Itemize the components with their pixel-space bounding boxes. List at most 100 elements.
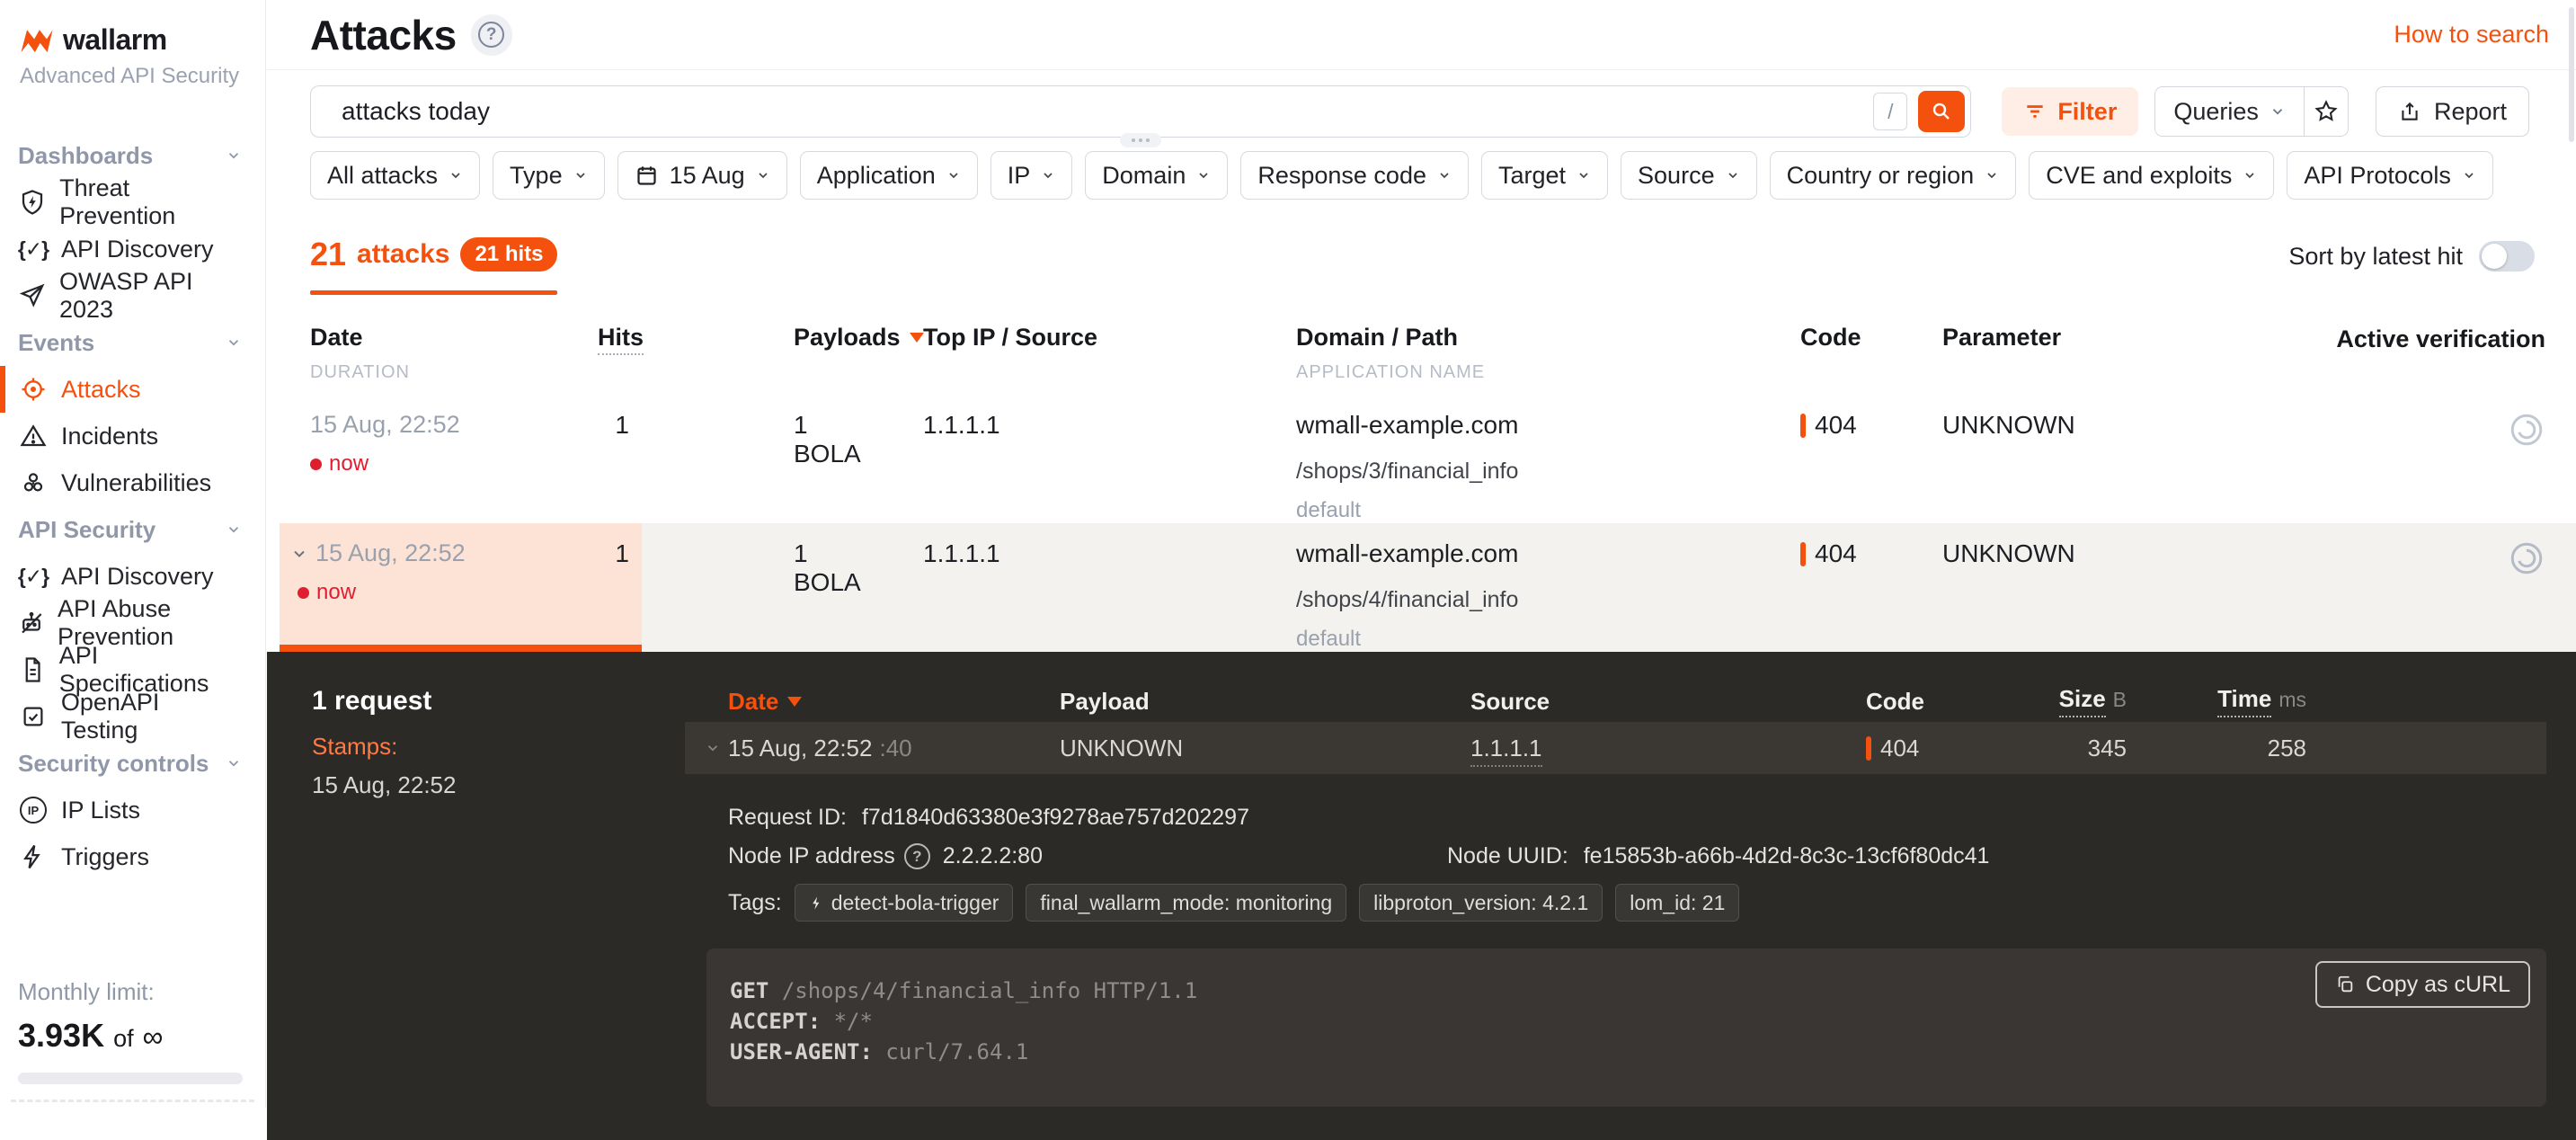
col-top-ip[interactable]: Top IP / Source [923,324,1097,351]
page-title: Attacks [310,11,457,59]
filter-chip-api-protocols[interactable]: API Protocols [2287,151,2493,200]
queries-button[interactable]: Queries [2155,87,2304,136]
attack-row-1[interactable]: 15 Aug, 22:52 now 1 1 BOLA 1.1.1.1 wmall… [267,399,2576,523]
wallarm-logo-icon [20,27,54,54]
status-bar-icon [1800,542,1806,566]
how-to-search-link[interactable]: How to search [2394,21,2549,49]
help-icon[interactable]: ? [471,14,512,56]
braces-check-icon: {✓} [18,565,49,589]
sidebar-item-threat-prevention[interactable]: Threat Prevention [0,179,265,226]
chevron-down-icon [1577,168,1591,183]
search-input[interactable] [311,97,1873,126]
col-date-sorted[interactable]: Date [728,688,778,716]
sidebar-item-vulnerabilities[interactable]: Vulnerabilities [0,459,265,506]
calendar-icon [635,164,659,188]
attacks-table-header: Date DURATION Hits Payloads Top IP / Sou… [267,309,2576,399]
filter-chip-date[interactable]: 15 Aug [617,151,787,200]
filter-chip-cve[interactable]: CVE and exploits [2029,151,2274,200]
tag-final-wallarm-mode[interactable]: final_wallarm_mode: monitoring [1026,884,1346,922]
chevron-down-icon [2270,103,2286,120]
attack-detail-panel: 1 request Stamps: 15 Aug, 22:52 Date Pay… [267,652,2576,1140]
lightning-icon [809,895,824,911]
copy-icon [2335,975,2355,994]
live-dot-icon [298,587,309,599]
sidebar-item-attacks[interactable]: Attacks [0,366,265,413]
filter-chip-all-attacks[interactable]: All attacks [310,151,480,200]
sort-toggle-switch[interactable] [2479,241,2535,272]
search-button[interactable] [1918,91,1965,132]
source-ip-link[interactable]: 1.1.1.1 [1470,735,1542,767]
attack-row-2-expanded[interactable]: 15 Aug, 22:52 now 1 1 BOLA 1.1.1.1 wmall… [267,523,2576,652]
search-resize-handle[interactable] [1120,133,1161,147]
chevron-down-icon[interactable] [290,545,308,563]
requests-table-header: Date Payload Source Code Size B Time ms [685,652,2546,722]
live-dot-icon [310,459,322,470]
col-code[interactable]: Code [1866,688,2024,716]
node-ip-label: Node IP address [728,843,895,869]
chevron-down-icon [1196,168,1211,183]
sidebar-item-api-discovery-2[interactable]: {✓} API Discovery [0,553,265,600]
sidebar-item-openapi-testing[interactable]: OpenAPI Testing [0,693,265,740]
filter-chip-ip[interactable]: IP [990,151,1073,200]
tag-lom-id[interactable]: lom_id: 21 [1615,884,1739,922]
monthly-limit-label: Monthly limit: [18,978,244,1006]
col-parameter[interactable]: Parameter [1942,324,2061,351]
tab-attacks-count[interactable]: 21 attacks 21 hits [310,236,557,277]
col-size[interactable]: Size [2059,685,2106,717]
sidebar-item-ip-lists[interactable]: IP IP Lists [0,787,265,833]
results-summary-row: 21 attacks 21 hits Sort by latest hit [267,236,2576,277]
filter-chip-application[interactable]: Application [800,151,978,200]
sidebar-section-dashboards[interactable]: Dashboards [0,132,265,179]
col-source[interactable]: Source [1470,688,1866,716]
tags-label: Tags: [728,890,782,916]
filter-button[interactable]: Filter [2002,87,2138,136]
info-icon[interactable]: ? [904,843,930,869]
sidebar-item-api-discovery[interactable]: {✓} API Discovery [0,226,265,272]
sidebar-section-api-security[interactable]: API Security [0,506,265,553]
filter-chip-country[interactable]: Country or region [1770,151,2017,200]
hits-badge: 21 hits [460,237,557,272]
sidebar-item-api-abuse-prevention[interactable]: API Abuse Prevention [0,600,265,646]
stamps-label: Stamps: [312,733,456,761]
sidebar-section-events[interactable]: Events [0,319,265,366]
page-header: Attacks ? How to search [267,0,2576,70]
sidebar-item-owasp-api-2023[interactable]: OWASP API 2023 [0,272,265,319]
filter-chip-target[interactable]: Target [1481,151,1608,200]
filter-chip-source[interactable]: Source [1621,151,1757,200]
search-toolbar: / Filter Queries Report [267,85,2576,138]
chevron-down-icon[interactable] [705,740,721,756]
warning-triangle-icon [18,423,49,450]
copy-as-curl-button[interactable]: Copy as cURL [2315,961,2530,1008]
status-bar-icon [1866,736,1871,761]
sidebar-section-security-controls[interactable]: Security controls [0,740,265,787]
col-active-verification: Active verification [2336,325,2545,352]
active-verification-icon[interactable] [2508,411,2545,449]
filter-chip-domain[interactable]: Domain [1085,151,1228,200]
favorite-star-button[interactable] [2304,87,2348,136]
monthly-limit-progressbar [18,1073,243,1084]
request-row[interactable]: 15 Aug, 22:52:40 UNKNOWN 1.1.1.1 404 345… [685,722,2546,774]
sidebar-item-api-specifications[interactable]: API Specifications [0,646,265,693]
col-time[interactable]: Time [2217,685,2271,717]
bot-blocked-icon [18,610,45,637]
sidebar-item-incidents[interactable]: Incidents [0,413,265,459]
col-code[interactable]: Code [1800,324,1861,351]
vertical-scrollbar[interactable] [2569,7,2574,142]
brand-name: wallarm [63,23,167,57]
col-domain-path[interactable]: Domain / Path [1296,324,1758,352]
filter-chips-row: All attacks Type 15 Aug Application IP D… [267,151,2576,200]
col-date[interactable]: Date [310,324,598,352]
sort-desc-icon [787,697,802,707]
active-verification-icon[interactable] [2508,539,2545,577]
tag-libproton-version[interactable]: libproton_version: 4.2.1 [1359,884,1603,922]
sidebar-item-triggers[interactable]: Triggers [0,833,265,880]
filter-chip-type[interactable]: Type [493,151,605,200]
filter-chip-response-code[interactable]: Response code [1240,151,1469,200]
report-button[interactable]: Report [2376,86,2529,137]
tag-detect-bola-trigger[interactable]: detect-bola-trigger [795,884,1014,922]
chevron-down-icon [2243,168,2257,183]
detail-summary: 1 request Stamps: 15 Aug, 22:52 [312,686,456,799]
col-payload[interactable]: Payload [1060,688,1470,716]
shield-lightning-icon [18,189,47,216]
attacks-table: Date DURATION Hits Payloads Top IP / Sou… [267,309,2576,652]
